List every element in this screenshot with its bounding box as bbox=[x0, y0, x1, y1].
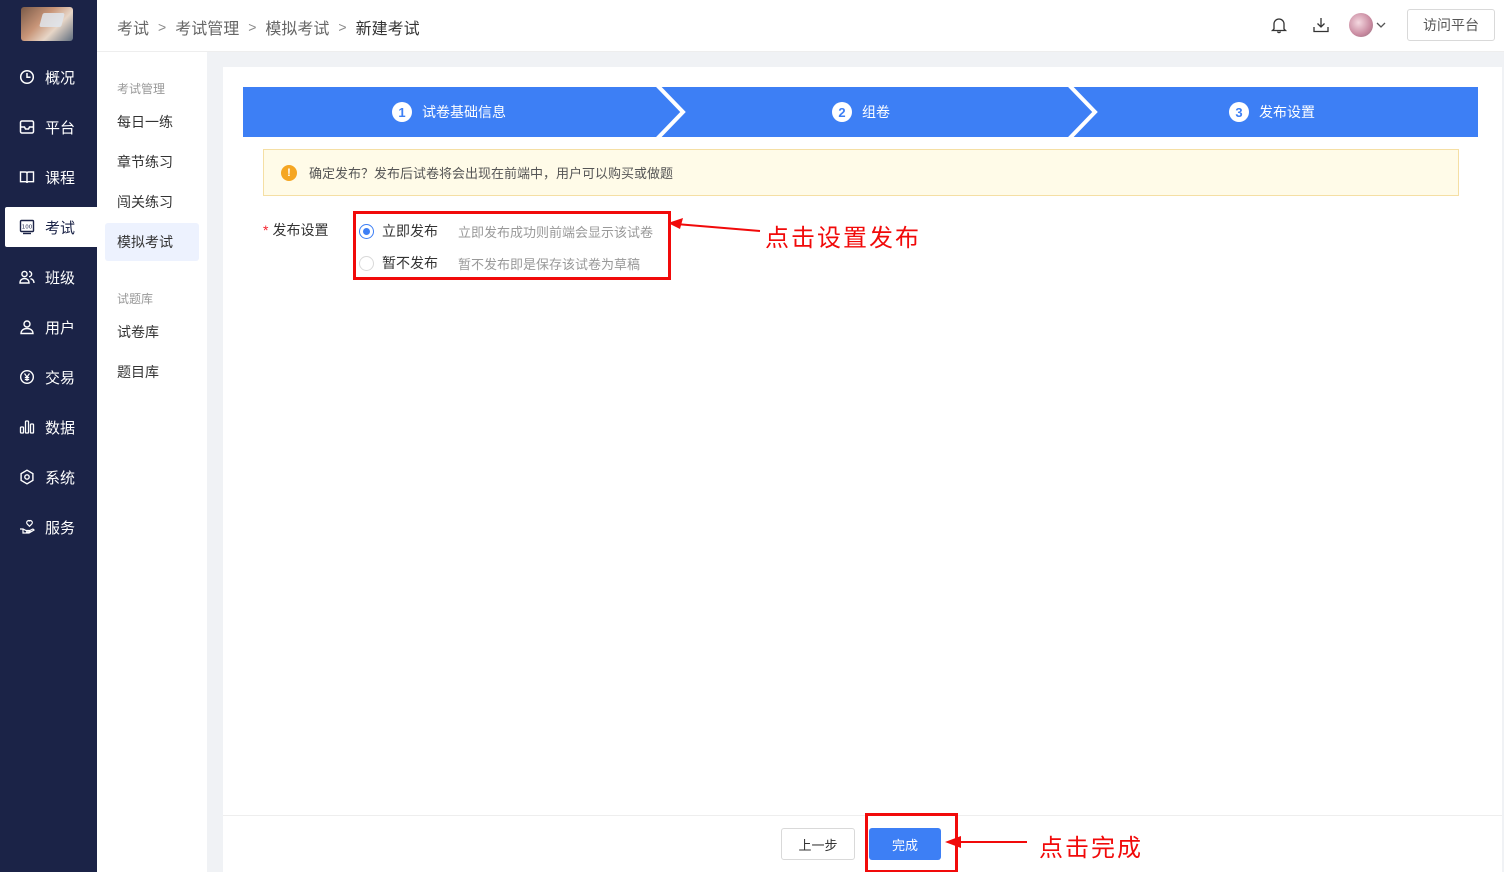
people-icon bbox=[19, 269, 35, 285]
prev-step-button[interactable]: 上一步 bbox=[781, 828, 855, 860]
sidebar-item-label: 服务 bbox=[45, 519, 76, 537]
annotation-publish-callout: 点击设置发布 bbox=[765, 224, 921, 252]
sub-sidebar: 考试管理 每日一练 章节练习 闯关练习 模拟考试 试题库 试卷库 题目库 bbox=[97, 52, 207, 872]
step-1[interactable]: 1 试卷基础信息 bbox=[392, 87, 506, 137]
clock-icon bbox=[19, 69, 35, 85]
yen-icon bbox=[19, 369, 35, 385]
warning-icon: ! bbox=[281, 164, 297, 181]
sub-item-chapter[interactable]: 章节练习 bbox=[105, 143, 199, 181]
sidebar-item-user[interactable]: 用户 bbox=[5, 307, 97, 347]
main-sidebar: 概况 平台 课程 100 考试 班级 用户 交易 数据 系统 服务 bbox=[0, 0, 97, 872]
sidebar-item-course[interactable]: 课程 bbox=[5, 157, 97, 197]
download-icon[interactable] bbox=[1311, 15, 1331, 35]
sidebar-item-label: 平台 bbox=[45, 119, 76, 137]
annotation-arrow-icon bbox=[945, 836, 1027, 848]
sidebar-item-label: 交易 bbox=[45, 369, 76, 387]
warning-alert: ! 确定发布？发布后试卷将会出现在前端中，用户可以购买或做题 bbox=[263, 149, 1459, 196]
chevron-down-icon[interactable] bbox=[1374, 15, 1388, 35]
sidebar-item-data[interactable]: 数据 bbox=[5, 407, 97, 447]
sidebar-item-system[interactable]: 系统 bbox=[5, 457, 97, 497]
sidebar-item-exam[interactable]: 100 考试 bbox=[5, 207, 97, 247]
sidebar-item-class[interactable]: 班级 bbox=[5, 257, 97, 297]
svg-text:100: 100 bbox=[22, 225, 33, 231]
sidebar-item-overview[interactable]: 概况 bbox=[5, 57, 97, 97]
book-icon bbox=[19, 169, 35, 185]
sub-item-level[interactable]: 闯关练习 bbox=[105, 183, 199, 221]
step-number: 3 bbox=[1229, 102, 1249, 122]
step-number: 1 bbox=[392, 102, 412, 122]
form-label: * 发布设置 bbox=[263, 220, 328, 240]
step-label: 组卷 bbox=[862, 104, 890, 120]
sidebar-item-label: 课程 bbox=[45, 169, 76, 187]
step-3[interactable]: 3 发布设置 bbox=[1229, 87, 1315, 137]
action-footer: 上一步 完成 点击完成 bbox=[223, 813, 1502, 872]
breadcrumb-item[interactable]: 考试 bbox=[117, 15, 149, 39]
gear-icon bbox=[19, 469, 35, 485]
sidebar-item-label: 考试 bbox=[45, 219, 76, 237]
sub-item-daily[interactable]: 每日一练 bbox=[105, 103, 199, 141]
main-card: 1 试卷基础信息 2 组卷 3 发布设置 ! 确定发布？发布后试卷将会出现在前端… bbox=[223, 67, 1502, 872]
sidebar-item-label: 概况 bbox=[45, 69, 76, 87]
bar-chart-icon bbox=[19, 419, 35, 435]
sidebar-item-trade[interactable]: 交易 bbox=[5, 357, 97, 397]
inbox-icon bbox=[19, 119, 35, 135]
sidebar-item-service[interactable]: 服务 bbox=[5, 507, 97, 547]
required-mark: * bbox=[263, 222, 269, 238]
logo[interactable] bbox=[21, 7, 73, 41]
breadcrumb-current: 新建考试 bbox=[355, 21, 420, 38]
step-label: 发布设置 bbox=[1259, 104, 1315, 120]
sub-group-title: 试题库 bbox=[117, 292, 154, 306]
exam-icon: 100 bbox=[19, 219, 35, 235]
bell-icon[interactable] bbox=[1269, 15, 1289, 35]
sidebar-item-platform[interactable]: 平台 bbox=[5, 107, 97, 147]
visit-platform-button[interactable]: 访问平台 bbox=[1407, 9, 1495, 41]
annotation-arrow-icon bbox=[668, 218, 761, 232]
sidebar-item-label: 班级 bbox=[45, 269, 76, 287]
breadcrumb-item[interactable]: 模拟考试 bbox=[265, 15, 329, 39]
chevron-right-icon: > bbox=[248, 19, 257, 35]
form-label-text: 发布设置 bbox=[272, 222, 329, 238]
sub-item-question-bank[interactable]: 题目库 bbox=[105, 353, 199, 391]
sub-item-mock-exam[interactable]: 模拟考试 bbox=[105, 223, 199, 261]
step-2[interactable]: 2 组卷 bbox=[832, 87, 890, 137]
avatar[interactable] bbox=[1349, 13, 1373, 37]
breadcrumb-item[interactable]: 考试管理 bbox=[175, 15, 239, 39]
sidebar-item-label: 数据 bbox=[45, 419, 76, 437]
step-bar: 1 试卷基础信息 2 组卷 3 发布设置 bbox=[243, 87, 1478, 137]
user-icon bbox=[19, 319, 35, 335]
chevron-right-icon: > bbox=[158, 19, 167, 35]
annotation-done-callout: 点击完成 bbox=[1039, 834, 1143, 862]
sub-group-title: 考试管理 bbox=[117, 82, 166, 96]
step-number: 2 bbox=[832, 102, 852, 122]
sidebar-item-label: 用户 bbox=[45, 319, 76, 337]
top-header: 考试 > 考试管理 > 模拟考试 > 新建考试 访问平台 bbox=[97, 0, 1504, 52]
annotation-box-publish bbox=[353, 211, 671, 280]
sub-item-paper-bank[interactable]: 试卷库 bbox=[105, 313, 199, 351]
step-label: 试卷基础信息 bbox=[422, 104, 506, 120]
sidebar-item-label: 系统 bbox=[45, 469, 76, 487]
alert-text: 确定发布？发布后试卷将会出现在前端中，用户可以购买或做题 bbox=[309, 166, 674, 181]
breadcrumb: 考试 > 考试管理 > 模拟考试 > 新建考试 bbox=[117, 15, 420, 39]
chevron-right-icon: > bbox=[338, 19, 347, 35]
hand-heart-icon bbox=[19, 519, 35, 535]
